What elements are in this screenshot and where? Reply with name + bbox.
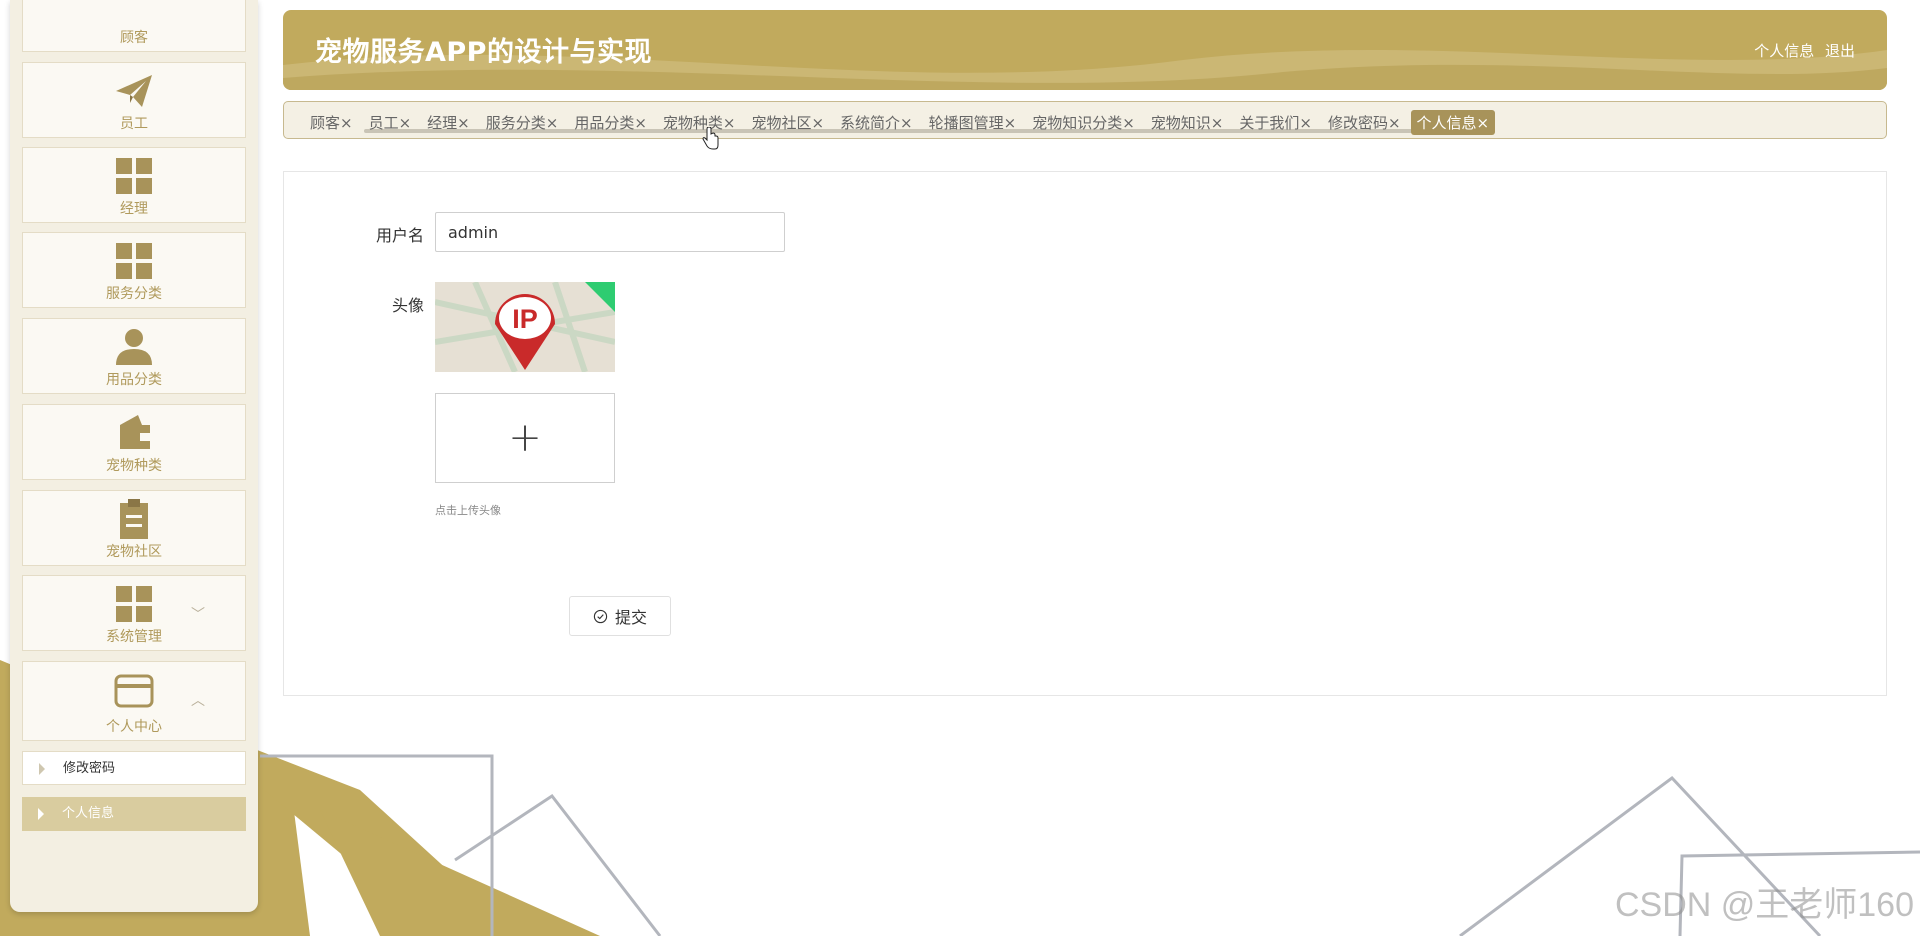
sidebar-item-supplies-category[interactable]: 用品分类 — [22, 318, 246, 394]
avatar-upload-button[interactable]: + — [435, 393, 615, 483]
sidebar-item-customer[interactable]: 顾客 — [22, 0, 246, 52]
tab-about-us[interactable]: 关于我们× — [1233, 110, 1318, 135]
logout-link[interactable]: 退出 — [1825, 42, 1855, 60]
sidebar-item-label: 系统管理 — [106, 629, 162, 645]
upload-hint: 点击上传头像 — [435, 504, 501, 517]
sidebar-item-label: 用品分类 — [106, 372, 162, 388]
tab-pet-knowledge[interactable]: 宠物知识× — [1145, 110, 1230, 135]
grid-icon — [116, 243, 152, 279]
sidebar-subitem-label: 个人信息 — [62, 806, 115, 821]
check-circle-icon — [593, 609, 608, 623]
tab-supplies-category[interactable]: 用品分类× — [568, 110, 653, 135]
sidebar-item-service-category[interactable]: 服务分类 — [22, 232, 246, 308]
sidebar-item-staff[interactable]: 员工 — [22, 62, 246, 138]
header-links: 个人信息 退出 — [1748, 40, 1855, 61]
sidebar-item-manager[interactable]: 经理 — [22, 147, 246, 223]
tab-pet-community[interactable]: 宠物社区× — [745, 110, 830, 135]
username-label: 用户名 — [375, 226, 424, 245]
personal-info-form: 用户名 头像 IP + 点击上传头像 提交 — [283, 171, 1887, 696]
sidebar-item-label: 个人中心 — [106, 719, 162, 735]
submit-button[interactable]: 提交 — [569, 596, 671, 636]
clipboard-icon — [120, 499, 148, 539]
sidebar-subitem-personal-info[interactable]: 个人信息 — [22, 797, 246, 831]
watermark: CSDN @王老师160 — [1614, 886, 1914, 924]
tab-list: 顾客× 员工× 经理× 服务分类× 用品分类× 宠物种类× 宠物社区× 系统简介… — [304, 110, 1496, 135]
tab-service-category[interactable]: 服务分类× — [480, 110, 565, 135]
submit-button-label: 提交 — [614, 608, 647, 627]
paper-plane-icon — [116, 75, 152, 107]
personal-info-link[interactable]: 个人信息 — [1754, 42, 1814, 60]
grid-icon — [116, 158, 152, 194]
avatar-label: 头像 — [391, 296, 424, 315]
sidebar-subitem-label: 修改密码 — [63, 761, 116, 776]
hand-cursor-icon — [702, 127, 719, 150]
sidebar-item-system-management[interactable]: 系统管理 ﹀ — [22, 575, 246, 651]
tab-change-password[interactable]: 修改密码× — [1322, 110, 1407, 135]
tab-customer[interactable]: 顾客× — [304, 110, 359, 135]
avatar-logo-text: IP — [512, 304, 538, 334]
sidebar-item-personal-center[interactable]: 个人中心 ︿ — [22, 661, 246, 741]
avatar-picture: IP — [435, 282, 615, 372]
sidebar-subitem-change-password[interactable]: 修改密码 — [22, 751, 246, 785]
tab-personal-info[interactable]: 个人信息× — [1410, 110, 1496, 135]
avatar-image: IP — [435, 282, 615, 372]
sidebar-item-pet-community[interactable]: 宠物社区 — [22, 490, 246, 566]
tab-bar: 顾客× 员工× 经理× 服务分类× 用品分类× 宠物种类× 宠物社区× 系统简介… — [283, 101, 1887, 139]
caret-right-icon — [38, 808, 44, 820]
sidebar-item-label: 宠物社区 — [106, 544, 162, 560]
sidebar-item-label: 经理 — [120, 201, 148, 217]
tab-manager[interactable]: 经理× — [421, 110, 476, 135]
sidebar-item-pet-species[interactable]: 宠物种类 — [22, 404, 246, 480]
wallet-icon — [120, 415, 150, 449]
sidebar-item-label: 服务分类 — [106, 286, 162, 302]
card-icon — [114, 674, 154, 708]
sidebar-item-label: 宠物种类 — [106, 458, 162, 474]
sidebar-item-label: 员工 — [120, 116, 148, 132]
chevron-up-icon: ︿ — [191, 693, 205, 709]
chevron-down-icon: ﹀ — [191, 607, 205, 623]
tab-system-intro[interactable]: 系统简介× — [834, 110, 919, 135]
person-icon — [116, 329, 152, 365]
top-header: 宠物服务APP的设计与实现 个人信息 退出 — [283, 10, 1887, 90]
tab-carousel-management[interactable]: 轮播图管理× — [923, 110, 1023, 135]
username-input[interactable] — [435, 212, 785, 252]
app-title: 宠物服务APP的设计与实现 — [315, 37, 652, 68]
sidebar: 顾客 员工 经理 服务分类 用品分类 宠物种类 宠物社区 系统管理 ﹀ 个人中心… — [10, 0, 258, 912]
sidebar-item-label: 顾客 — [120, 30, 148, 46]
grid-icon — [116, 586, 152, 622]
caret-right-icon — [39, 763, 45, 775]
plus-icon: + — [508, 415, 542, 461]
tab-pet-knowledge-category[interactable]: 宠物知识分类× — [1026, 110, 1141, 135]
tab-staff[interactable]: 员工× — [363, 110, 418, 135]
tab-pet-species[interactable]: 宠物种类× — [657, 110, 742, 135]
